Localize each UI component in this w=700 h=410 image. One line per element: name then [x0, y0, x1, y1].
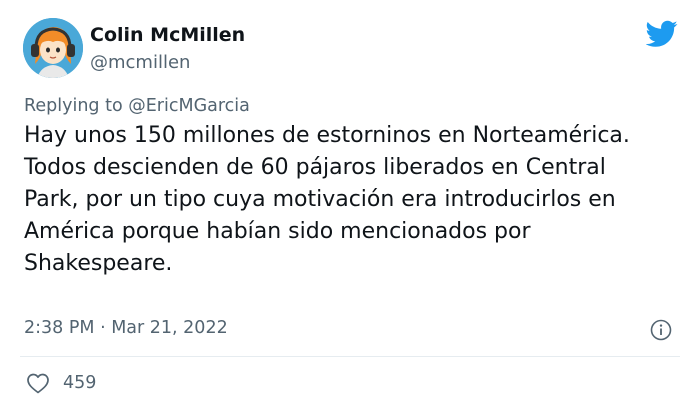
- twitter-bird-icon[interactable]: [646, 20, 678, 48]
- reply-context: Replying to @EricMGarcia: [24, 96, 250, 116]
- like-count[interactable]: 459: [63, 373, 96, 393]
- tweet-text-line: Shakespeare.: [24, 251, 173, 276]
- author-handle[interactable]: @mcmillen: [90, 52, 190, 73]
- reply-mention-link[interactable]: @EricMGarcia: [128, 96, 250, 116]
- tweet-text-line: Todos descienden de 60 pájaros liberados…: [24, 155, 606, 180]
- divider: [20, 356, 680, 357]
- author-display-name[interactable]: Colin McMillen: [90, 24, 245, 46]
- tweet-text-line: América porque habían sido mencionados p…: [24, 219, 531, 244]
- tweet-timestamp[interactable]: 2:38 PM · Mar 21, 2022: [24, 318, 228, 338]
- tweet-body: Hay unos 150 millones de estorninos en N…: [24, 120, 684, 280]
- heart-icon[interactable]: [26, 372, 50, 394]
- avatar[interactable]: [23, 18, 83, 78]
- tweet-text-line: Hay unos 150 millones de estorninos en N…: [24, 123, 630, 148]
- info-icon[interactable]: [650, 319, 672, 341]
- tweet-text-line: Park, por un tipo cuya motivación era in…: [24, 187, 616, 212]
- reply-prefix: Replying to: [24, 96, 129, 116]
- avatar-illustration: [23, 18, 83, 78]
- tweet-card: Colin McMillen @mcmillen Replying to @Er…: [0, 0, 700, 410]
